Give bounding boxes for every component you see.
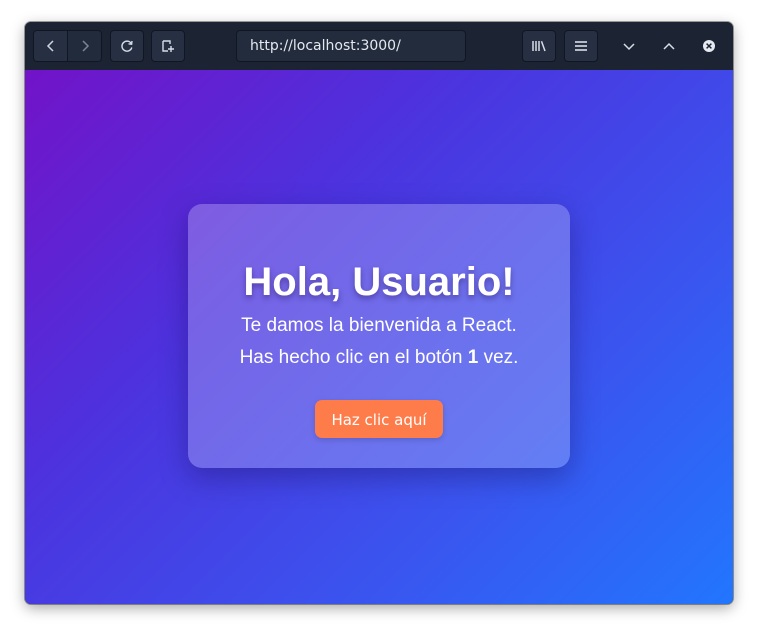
new-tab-button[interactable]: [151, 30, 185, 62]
browser-window: http://localhost:3000/ Hola, Usuario! Te…: [25, 22, 733, 604]
new-tab-icon: [162, 40, 174, 52]
close-button[interactable]: [697, 34, 721, 58]
back-button[interactable]: [34, 31, 67, 61]
maximize-icon: [663, 42, 675, 50]
minimize-icon: [623, 43, 635, 51]
url-text: http://localhost:3000/: [250, 38, 401, 54]
library-button[interactable]: [522, 30, 556, 62]
greeting-heading: Hola, Usuario!: [243, 260, 515, 304]
page-content: Hola, Usuario! Te damos la bienvenida a …: [25, 70, 733, 604]
forward-button[interactable]: [67, 31, 101, 61]
close-icon: [703, 40, 715, 52]
reload-button[interactable]: [110, 30, 144, 62]
welcome-text: Te damos la bienvenida a React.: [241, 315, 517, 336]
library-icon: [532, 40, 546, 52]
click-count-suffix: vez.: [478, 347, 519, 368]
click-count-prefix: Has hecho clic en el botón: [239, 347, 468, 368]
forward-icon: [81, 40, 89, 52]
menu-icon: [575, 41, 587, 51]
url-bar[interactable]: http://localhost:3000/: [236, 30, 466, 62]
back-icon: [46, 40, 54, 52]
click-here-button[interactable]: Haz clic aquí: [315, 400, 443, 438]
reload-icon: [121, 40, 133, 52]
minimize-button[interactable]: [617, 34, 641, 58]
navigation-buttons: [33, 30, 102, 62]
click-count-text: Has hecho clic en el botón 1 vez.: [188, 346, 570, 370]
welcome-card: Hola, Usuario! Te damos la bienvenida a …: [188, 204, 570, 468]
click-count-value: 1: [467, 347, 479, 368]
maximize-button[interactable]: [657, 34, 681, 58]
browser-toolbar: http://localhost:3000/: [25, 22, 733, 71]
menu-button[interactable]: [564, 30, 598, 62]
